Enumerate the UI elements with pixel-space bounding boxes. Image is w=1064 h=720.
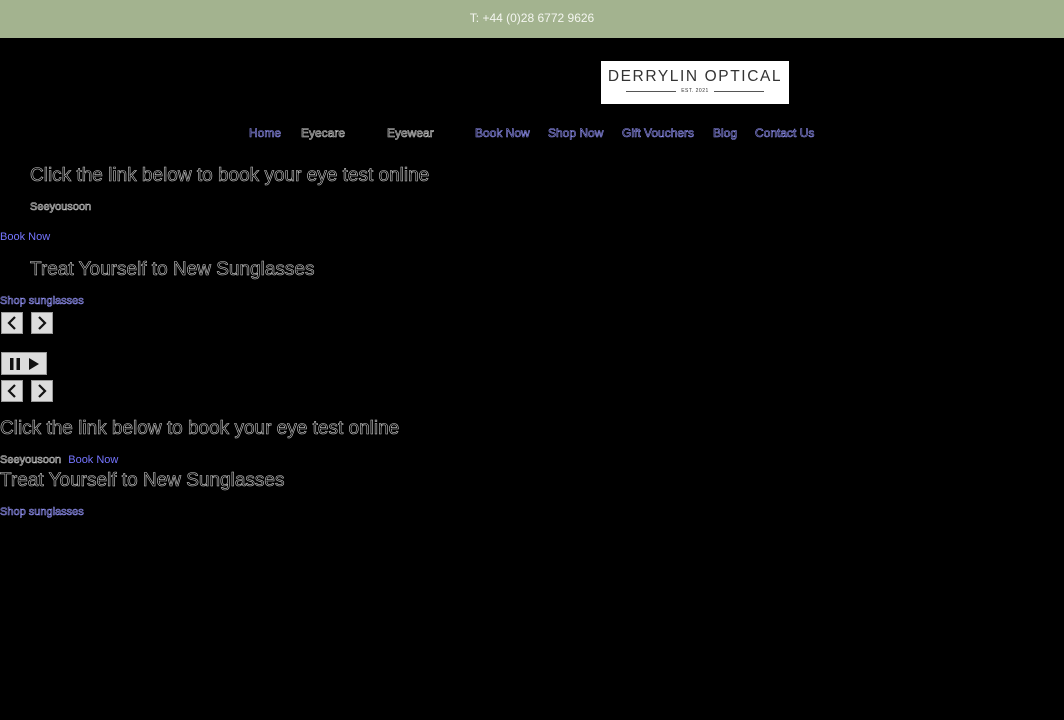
chevron-left-icon xyxy=(7,316,16,330)
slide-1-heading-duplicate: Click the link below to book your eye te… xyxy=(0,418,400,440)
slide-2-shop-link[interactable]: Shop sunglasses xyxy=(0,295,84,308)
slide-2-heading: Treat Yourself to New Sunglasses xyxy=(30,259,315,281)
nav-book-now[interactable]: Book Now xyxy=(475,126,530,141)
slider-2-prev-button[interactable] xyxy=(1,380,23,402)
nav-blog[interactable]: Blog xyxy=(713,126,738,141)
slide-1-caption: Seeyousoon xyxy=(30,201,92,214)
slide-1-caption-row: Seeyousoon Book Now xyxy=(0,454,118,467)
site-logo[interactable]: DERRYLIN OPTICAL EST. 2021 xyxy=(601,61,789,104)
slide-1-heading: Click the link below to book your eye te… xyxy=(30,165,430,187)
logo-name: DERRYLIN OPTICAL xyxy=(607,68,783,85)
slider-prev-button[interactable] xyxy=(1,312,23,334)
nav-contact-us[interactable]: Contact Us xyxy=(755,126,815,141)
chevron-left-icon xyxy=(7,384,16,398)
nav-home[interactable]: Home xyxy=(249,126,282,141)
phone-number[interactable]: T: +44 (0)28 6772 9626 xyxy=(470,11,594,25)
chevron-right-icon xyxy=(38,384,47,398)
slide-2-heading-duplicate: Treat Yourself to New Sunglasses xyxy=(0,470,285,492)
logo-est: EST. 2021 xyxy=(601,88,789,94)
slider-pause-play-button[interactable] xyxy=(1,352,47,375)
top-bar: T: +44 (0)28 6772 9626 xyxy=(0,0,1064,38)
slide-1-book-now-link-duplicate[interactable]: Book Now xyxy=(68,454,118,466)
chevron-right-icon xyxy=(38,316,47,330)
nav-eyecare[interactable]: Eyecare xyxy=(301,126,346,141)
pause-icon xyxy=(10,357,20,370)
slider-next-button[interactable] xyxy=(31,312,53,334)
slider-2-next-button[interactable] xyxy=(31,380,53,402)
slide-1-book-now-link[interactable]: Book Now xyxy=(0,231,50,244)
slide-1-caption-duplicate: Seeyousoon xyxy=(0,454,62,467)
nav-eyewear[interactable]: Eyewear xyxy=(387,126,434,141)
nav-shop-now[interactable]: Shop Now xyxy=(548,126,604,141)
nav-gift-vouchers[interactable]: Gift Vouchers xyxy=(622,126,695,141)
slide-2-shop-link-duplicate[interactable]: Shop sunglasses xyxy=(0,506,84,519)
play-icon xyxy=(29,357,39,370)
